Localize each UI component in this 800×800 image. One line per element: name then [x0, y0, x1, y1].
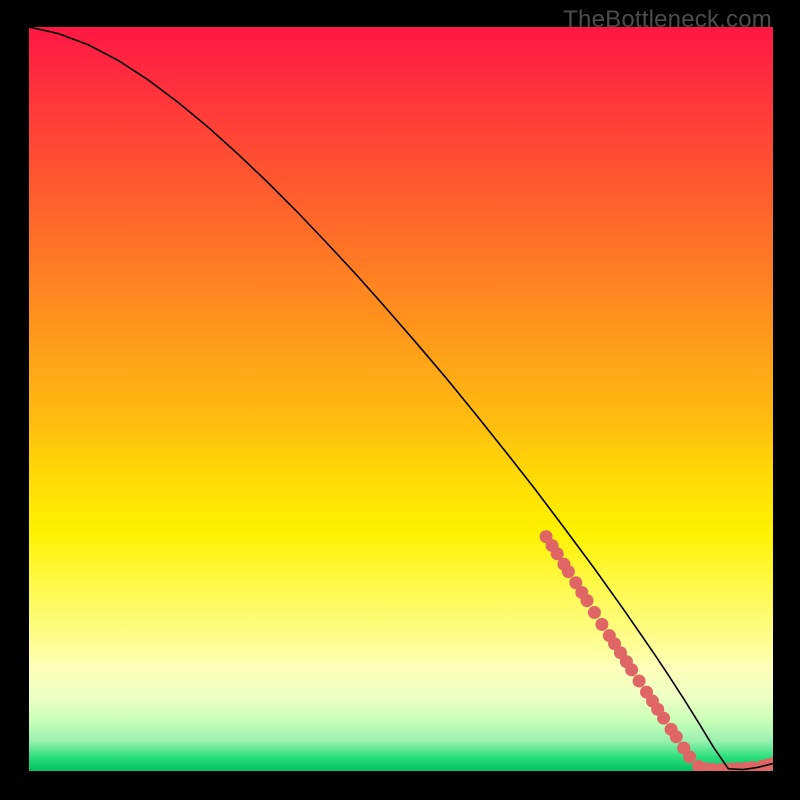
- chart-overlay: [29, 27, 773, 771]
- data-point: [581, 594, 594, 607]
- data-point: [670, 730, 683, 743]
- data-point: [625, 663, 638, 676]
- data-point: [633, 674, 646, 687]
- data-point: [588, 606, 601, 619]
- data-point: [595, 618, 608, 631]
- line-curve: [29, 27, 773, 770]
- scatter-dots: [540, 530, 773, 771]
- data-point: [657, 712, 670, 725]
- data-point: [562, 565, 575, 578]
- data-point: [683, 750, 696, 763]
